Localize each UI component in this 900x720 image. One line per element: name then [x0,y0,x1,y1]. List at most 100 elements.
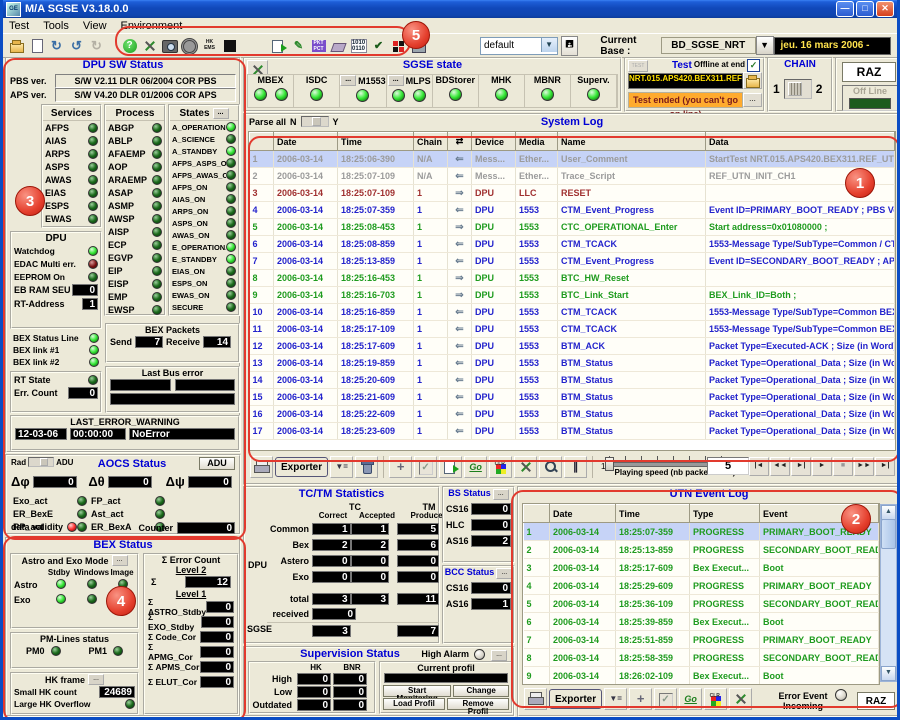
syslog-col-data[interactable]: Data [706,133,895,151]
help-icon[interactable]: ? [120,37,139,55]
table-row[interactable]: 162006-03-1418:25:22-6091⇐DPU1553BTM_Sta… [250,406,895,423]
check-icon-button[interactable]: ✓ [654,688,677,710]
utn-col-time[interactable]: Time [616,505,690,523]
playback-ffwd-button[interactable]: ►► [854,457,874,476]
eraser-icon[interactable] [329,37,348,55]
go-icon-button[interactable]: Go [464,456,487,478]
astro-exo-more-button[interactable]: ... [112,555,128,566]
table-row[interactable]: 82006-03-1418:25:58-359PROGRESSSECONDARY… [524,649,879,667]
tools-icon[interactable] [140,37,159,55]
table-row[interactable]: 62006-03-1418:25:39-859Bex Execut...Boot [524,613,879,631]
remove-profil-button[interactable]: Remove Profil [447,698,509,710]
sheet-icon-button[interactable] [439,456,462,478]
table-row[interactable]: 112006-03-1418:25:17-1091⇐DPU1553CTM_TCA… [250,321,895,338]
syslog-col-chain[interactable]: Chain [414,133,448,151]
current-base-dropdown-button[interactable]: ▼ [756,36,774,55]
wheel-icon[interactable] [180,37,199,55]
utn-col-date[interactable]: Date [550,505,616,523]
menu-environment[interactable]: Environment [121,20,183,32]
bcc-more-button[interactable]: ... [496,568,512,579]
table-row[interactable]: 22006-03-1418:25:07-109N/A⇐Mess...Ether.… [250,168,895,185]
preset-select[interactable]: default ▼ [480,37,558,55]
open-test-file-button[interactable] [743,72,762,89]
playback-play-button[interactable]: ► [812,457,832,476]
sync-icon[interactable]: ↻ [47,37,66,55]
test-mini-button[interactable]: TEST [628,60,648,72]
blacksq-icon[interactable] [220,37,239,55]
hkems-icon[interactable]: HK EMS [200,37,219,55]
table-row[interactable]: 122006-03-1418:25:17-6091⇐DPU1553BTM_ACK… [250,338,895,355]
utn-col-event[interactable]: Event [760,505,879,523]
filter-icon-button[interactable]: ▼= [330,456,353,478]
table-row[interactable]: 92006-03-1418:26:02-109Bex Execut...Boot [524,667,879,685]
print-icon-button[interactable] [250,456,273,478]
open-folder-icon[interactable] [7,37,26,55]
check-icon-button[interactable]: ✓ [414,456,437,478]
table-row[interactable]: 22006-03-1418:25:13-859PROGRESSSECONDARY… [524,541,879,559]
tracker-icon-button[interactable]: ∥ [564,456,587,478]
chain-slider[interactable] [784,79,812,99]
sheet-icon[interactable] [269,37,288,55]
checkpen-icon[interactable]: ✔ [369,37,388,55]
speed-spinner[interactable]: 5 [707,457,749,475]
menu-test[interactable]: Test [9,20,29,32]
states-more-button[interactable]: ... [213,108,229,119]
load-profil-button[interactable]: Load Profil [383,698,445,710]
move-icon-button[interactable]: + [629,688,652,710]
change-button[interactable]: Change [453,685,509,697]
table-row[interactable]: 62006-03-1418:25:08-8591⇐DPU1553CTM_TCAC… [250,236,895,253]
playback-first-button[interactable]: |◄ [749,457,769,476]
table-row[interactable]: 42006-03-1418:25:07-3591⇐DPU1553CTM_Even… [250,202,895,219]
playback-rew-button[interactable]: ◄◄ [770,457,790,476]
syslog-col-time[interactable]: Time [338,133,414,151]
offline-at-end-checkbox[interactable]: ✓ [747,59,760,72]
playback-stop-button[interactable]: ■ [833,457,853,476]
playback-prev-button[interactable]: ►| [791,457,811,476]
syslog-col-device[interactable]: Device [472,133,516,151]
table-row[interactable]: 92006-03-1418:25:16-7031⇒DPU1553BTC_Link… [250,287,895,304]
redgrid-icon[interactable] [389,37,408,55]
exporter-button[interactable]: Exporter [549,689,602,709]
close-button[interactable]: ✕ [876,1,894,17]
tools-icon-button[interactable] [514,456,537,478]
high-alarm-more-button[interactable]: ... [491,650,507,661]
quill-icon[interactable]: ✎ [289,37,308,55]
scroll-down-button[interactable]: ▼ [881,666,896,681]
trash-icon-button[interactable] [355,456,378,478]
camera-icon[interactable] [160,37,179,55]
table-row[interactable]: 72006-03-1418:25:51-859PROGRESSPRIMARY_B… [524,631,879,649]
table-row[interactable]: 52006-03-1418:25:36-109PROGRESSSECONDARY… [524,595,879,613]
table-row[interactable]: 42006-03-1418:25:29-609PROGRESSPRIMARY_B… [524,577,879,595]
system-log-table[interactable]: DateTimeChain⇄DeviceMediaNameData 12006-… [248,131,896,451]
table-row[interactable]: 152006-03-1418:25:21-6091⇐DPU1553BTM_Sta… [250,389,895,406]
scroll-up-button[interactable]: ▲ [881,505,896,520]
sync-off-icon[interactable]: ↻ [87,37,106,55]
table-row[interactable]: 32006-03-1418:25:17-609Bex Execut...Boot [524,559,879,577]
exporter-button[interactable]: Exporter [275,457,328,477]
filter-icon-button[interactable]: ▼= [604,688,627,710]
table-row[interactable]: 172006-03-1418:25:23-6091⇐DPU1553BTM_Sta… [250,423,895,440]
move-icon-button[interactable]: + [389,456,412,478]
tools-icon-button[interactable] [729,688,752,710]
menu-view[interactable]: View [83,20,107,32]
utn-raz-button[interactable]: RAZ [857,692,895,710]
mlps-more-button[interactable]: ... [388,75,404,86]
scroll-thumb[interactable] [881,519,896,549]
utn-col-num[interactable] [524,505,550,523]
bin-icon[interactable]: 1010 0110 [349,37,368,55]
start-monitoring-button[interactable]: Start Monitoring [383,685,451,697]
syslog-col-num[interactable] [250,133,274,151]
table-row[interactable]: 52006-03-1418:25:08-4531⇒DPU1553CTC_OPER… [250,219,895,236]
table-row[interactable]: 72006-03-1418:25:13-8591⇐DPU1553CTM_Even… [250,253,895,270]
utn-col-type[interactable]: Type [690,505,760,523]
clr-icon-button[interactable] [489,456,512,478]
raz-button[interactable]: RAZ [842,62,896,82]
syslog-col-media[interactable]: Media [516,133,558,151]
rad-adu-slider[interactable] [28,457,54,467]
pkt-icon[interactable]: PKT PCT [309,37,328,55]
hk-frame-more-button[interactable]: ... [88,674,104,685]
go-icon-button[interactable]: Go [679,688,702,710]
syslog-col-name[interactable]: Name [558,133,706,151]
syslog-col-date[interactable]: Date [274,133,338,151]
table-row[interactable]: 12006-03-1418:25:06-390N/A⇐Mess...Ether.… [250,151,895,168]
